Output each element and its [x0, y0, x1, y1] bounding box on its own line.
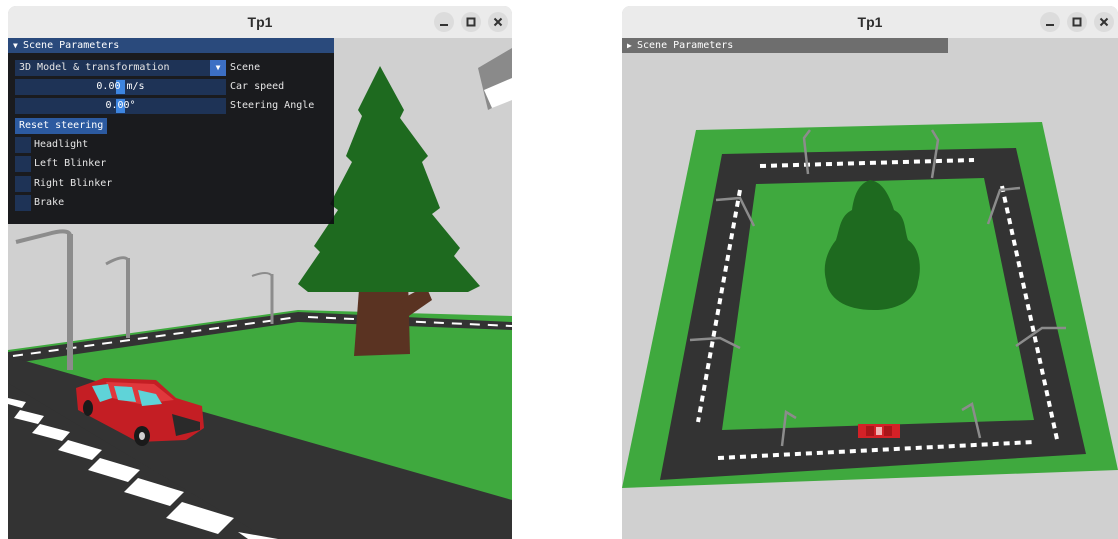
car: [858, 424, 900, 438]
headlight-checkbox[interactable]: [15, 137, 31, 153]
close-button[interactable]: [1094, 12, 1114, 32]
left-blinker-label: Left Blinker: [34, 158, 107, 169]
right-blinker-label: Right Blinker: [34, 178, 113, 189]
scene-parameters-panel: ▼ Scene Parameters 3D Model & transformat…: [8, 38, 334, 224]
car-speed-label: Car speed: [230, 81, 285, 92]
scene-viewport-3d[interactable]: ▼ Scene Parameters 3D Model & transformat…: [8, 38, 512, 539]
titlebar[interactable]: Tp1: [622, 6, 1118, 39]
panel-header[interactable]: ▼ Scene Parameters: [8, 38, 334, 53]
scene-render-top-down: [622, 38, 1118, 539]
scene-combo[interactable]: 3D Model & transformation ▼: [15, 60, 226, 76]
scene-combo-value: 3D Model & transformation: [19, 62, 170, 73]
minimize-button[interactable]: [1040, 12, 1060, 32]
car-speed-value: 0.00 m/s: [96, 81, 145, 92]
combo-arrow-icon[interactable]: ▼: [210, 60, 226, 76]
maximize-button[interactable]: [1067, 12, 1087, 32]
left-blinker-checkbox[interactable]: [15, 156, 31, 172]
close-icon: [1099, 17, 1109, 27]
brake-label: Brake: [34, 197, 65, 208]
maximize-icon: [466, 17, 476, 27]
app-window-right: Tp1 ▶ Scene Parameters: [622, 6, 1118, 539]
minimize-icon: [440, 24, 448, 26]
reset-steering-button[interactable]: Reset steering: [15, 118, 108, 134]
collapse-triangle-icon: ▼: [13, 41, 18, 50]
expand-triangle-icon: ▶: [627, 41, 632, 50]
close-icon: [493, 17, 503, 27]
app-window-left: Tp1 ▼ Scene Parameters 3D Model & transf…: [8, 6, 512, 539]
panel-header-label: Scene Parameters: [637, 40, 734, 51]
steering-angle-slider[interactable]: 0.00°: [15, 98, 226, 114]
steering-angle-value: 0.00°: [105, 100, 136, 111]
panel-header-label: Scene Parameters: [23, 40, 120, 51]
steering-angle-label: Steering Angle: [230, 100, 315, 111]
minimize-button[interactable]: [434, 12, 454, 32]
panel-header[interactable]: ▶ Scene Parameters: [622, 38, 948, 53]
maximize-button[interactable]: [461, 12, 481, 32]
scene-viewport-top[interactable]: ▶ Scene Parameters: [622, 38, 1118, 539]
close-button[interactable]: [488, 12, 508, 32]
scene-parameters-panel-collapsed: ▶ Scene Parameters: [622, 38, 948, 53]
minimize-icon: [1046, 24, 1054, 26]
headlight-label: Headlight: [34, 139, 89, 150]
maximize-icon: [1072, 17, 1082, 27]
brake-checkbox[interactable]: [15, 195, 31, 211]
car-speed-slider[interactable]: 0.00 m/s: [15, 79, 226, 95]
titlebar[interactable]: Tp1: [8, 6, 512, 39]
right-blinker-checkbox[interactable]: [15, 176, 31, 192]
scene-combo-label: Scene: [230, 62, 261, 73]
